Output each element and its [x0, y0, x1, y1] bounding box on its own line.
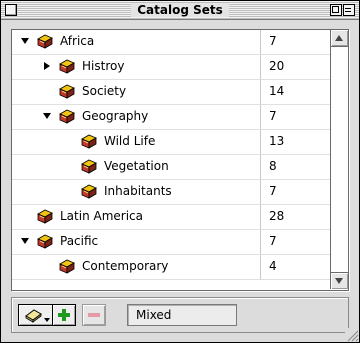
- status-field: Mixed: [127, 304, 237, 326]
- bottom-toolbar: Mixed: [11, 297, 349, 333]
- catalog-row[interactable]: Latin America 28: [12, 205, 330, 230]
- disclosure-expanded-icon[interactable]: [42, 111, 52, 121]
- scroll-down-button[interactable]: [331, 272, 348, 289]
- catalog-row-label: Wild Life: [104, 134, 156, 148]
- disclosure-collapsed-icon[interactable]: [42, 61, 52, 71]
- catalog-row-count: 28: [269, 209, 285, 223]
- catalog-row-count: 20: [269, 59, 285, 73]
- catalog-row-count: 7: [269, 34, 277, 48]
- catalog-row-label: Vegetation: [104, 159, 169, 173]
- catalog-row[interactable]: Africa 7: [12, 30, 330, 55]
- catalog-set-icon: [58, 108, 76, 125]
- catalog-set-menu-icon: [25, 309, 50, 323]
- arrow-up-icon: [335, 35, 343, 41]
- catalog-set-icon: [58, 83, 76, 100]
- catalog-row[interactable]: Society 14: [12, 80, 330, 105]
- catalog-set-icon: [80, 133, 98, 150]
- catalog-row-label: Histroy: [82, 59, 125, 73]
- catalog-row-label: Latin America: [60, 209, 143, 223]
- catalog-set-icon: [58, 258, 76, 275]
- catalog-set-icon: [80, 183, 98, 200]
- catalog-row[interactable]: Pacific 7: [12, 230, 330, 255]
- catalog-set-menu-button[interactable]: [18, 304, 54, 326]
- catalog-row-count: 4: [269, 259, 277, 273]
- catalog-row[interactable]: Vegetation 8: [12, 155, 330, 180]
- catalog-row-count: 8: [269, 159, 277, 173]
- add-button[interactable]: [52, 304, 76, 326]
- catalog-row-count: 7: [269, 234, 277, 248]
- catalog-set-icon: [36, 208, 54, 225]
- disclosure-expanded-icon[interactable]: [20, 36, 30, 46]
- catalog-set-icon: [36, 233, 54, 250]
- window-title-label: Catalog Sets: [131, 3, 229, 17]
- vertical-scrollbar[interactable]: [330, 30, 348, 289]
- catalog-list: Africa 7 Histroy 20 Society 14 Geography 7 Wild …: [11, 29, 349, 291]
- collapse-box[interactable]: [343, 4, 355, 16]
- catalog-row-label: Society: [82, 84, 127, 98]
- catalog-set-icon: [58, 58, 76, 75]
- remove-button[interactable]: [82, 304, 106, 326]
- catalog-row-count: 7: [269, 184, 277, 198]
- remove-icon: [88, 313, 100, 317]
- catalog-row-label: Inhabitants: [104, 184, 172, 198]
- catalog-tree: Africa 7 Histroy 20 Society 14 Geography 7 Wild …: [12, 30, 330, 290]
- catalog-row-label: Africa: [60, 34, 95, 48]
- status-value: Mixed: [136, 308, 172, 322]
- catalog-row[interactable]: Geography 7: [12, 105, 330, 130]
- scroll-up-button[interactable]: [331, 30, 348, 47]
- catalog-row-count: 7: [269, 109, 277, 123]
- add-icon: [58, 309, 70, 321]
- zoom-box[interactable]: [330, 4, 342, 16]
- window-title: Catalog Sets: [1, 1, 359, 19]
- catalog-row-count: 13: [269, 134, 285, 148]
- catalog-row[interactable]: Wild Life 13: [12, 130, 330, 155]
- catalog-row-count: 14: [269, 84, 285, 98]
- catalog-row[interactable]: Inhabitants 7: [12, 180, 330, 205]
- resize-grip-icon: [347, 330, 359, 342]
- catalog-set-icon: [36, 33, 54, 50]
- catalog-row-label: Pacific: [60, 234, 99, 248]
- catalog-row[interactable]: Histroy 20: [12, 55, 330, 80]
- title-bar[interactable]: Catalog Sets: [1, 1, 359, 20]
- catalog-row[interactable]: Contemporary 4: [12, 255, 330, 280]
- catalog-row-label: Contemporary: [82, 259, 169, 273]
- arrow-down-icon: [335, 278, 343, 284]
- catalog-set-icon: [80, 158, 98, 175]
- catalog-sets-window: Catalog Sets Africa 7 Histroy 20 Society 14 Ge…: [0, 0, 360, 343]
- resize-grip[interactable]: [345, 328, 359, 342]
- disclosure-expanded-icon[interactable]: [20, 236, 30, 246]
- catalog-row-label: Geography: [82, 109, 149, 123]
